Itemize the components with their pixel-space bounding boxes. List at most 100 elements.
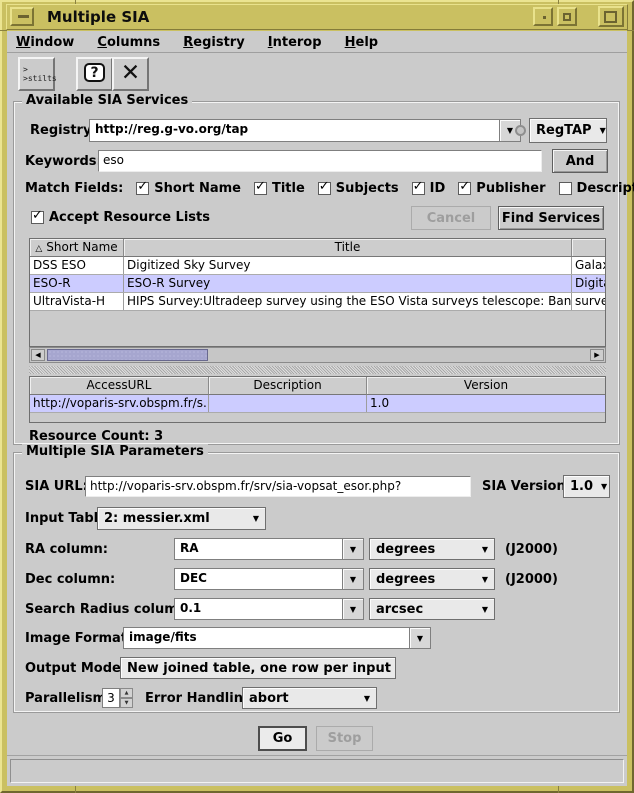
chevron-down-icon: ▼ <box>350 545 356 554</box>
titlebar[interactable]: Multiple SIA <box>6 4 628 30</box>
menu-window[interactable]: Window <box>7 32 83 53</box>
chevron-down-icon: ▼ <box>474 575 488 584</box>
format-dropdown-button[interactable]: ▼ <box>410 627 431 649</box>
checkbox-icon[interactable]: ✓ <box>136 182 149 195</box>
help-button[interactable]: ? <box>76 57 113 91</box>
capabilities-table[interactable]: AccessURL Description Version http://vop… <box>29 376 606 423</box>
restore-icon <box>563 13 571 21</box>
output-mode-label: Output Mode: <box>25 661 126 676</box>
restore-button[interactable] <box>557 7 577 26</box>
spin-down-icon: ▼ <box>125 700 129 706</box>
error-handling-label: Error Handling: <box>145 691 257 706</box>
dec-column-combo[interactable]: DEC ▼ <box>174 568 364 590</box>
chevron-down-icon: ▼ <box>507 126 513 135</box>
registry-type-value: RegTAP <box>536 123 592 138</box>
checkbox-icon[interactable]: ✓ <box>412 182 425 195</box>
window-menu-icon <box>18 15 29 18</box>
spin-up-button[interactable]: ▲ <box>120 688 133 698</box>
sia-url-input[interactable]: http://voparis-srv.obspm.fr/srv/sia-vops… <box>85 476 471 497</box>
spin-down-button[interactable]: ▼ <box>120 698 133 708</box>
menu-help[interactable]: Help <box>336 32 387 53</box>
minimize-button[interactable] <box>533 7 553 26</box>
services-table[interactable]: △Short Name Title DSS ESO Digitized Sky … <box>29 238 606 347</box>
menu-columns[interactable]: Columns <box>88 32 169 53</box>
radius-unit-combo[interactable]: arcsec ▼ <box>369 598 495 620</box>
close-window-button[interactable]: ✕ <box>112 57 149 91</box>
scroll-right-icon: ▶ <box>594 351 599 359</box>
column-header-accessurl[interactable]: AccessURL <box>30 377 209 395</box>
window-menu-button[interactable] <box>10 7 34 26</box>
find-services-button[interactable]: Find Services <box>498 206 604 230</box>
parallelism-value[interactable]: 3 <box>102 688 120 708</box>
search-radius-value[interactable]: 0.1 <box>174 598 343 620</box>
column-header-short-name[interactable]: △Short Name <box>30 239 124 257</box>
ra-unit-combo[interactable]: degrees ▼ <box>369 538 495 560</box>
ra-column-value[interactable]: RA <box>174 538 343 560</box>
image-format-combo[interactable]: image/fits ▼ <box>123 627 431 649</box>
column-header-version[interactable]: Version <box>367 377 605 395</box>
ra-dropdown-button[interactable]: ▼ <box>343 538 364 560</box>
search-radius-combo[interactable]: 0.1 ▼ <box>174 598 364 620</box>
checkbox-icon[interactable]: ✓ <box>318 182 331 195</box>
table-row[interactable]: UltraVista-H HIPS Survey:Ultradeep surve… <box>30 293 605 311</box>
maximize-button[interactable] <box>598 6 624 27</box>
parallelism-spinner[interactable]: 3 ▲ ▼ <box>102 688 133 708</box>
dec-column-value[interactable]: DEC <box>174 568 343 590</box>
cancel-button[interactable]: Cancel <box>411 206 491 230</box>
match-field-description[interactable]: ✓ Description <box>559 181 634 196</box>
spin-up-icon: ▲ <box>125 690 129 696</box>
checkbox-icon[interactable]: ✓ <box>559 182 572 195</box>
error-handling-combo[interactable]: abort ▼ <box>242 687 377 709</box>
menu-registry[interactable]: Registry <box>174 32 253 53</box>
frame-notch <box>0 30 7 31</box>
sort-ascending-icon: △ <box>35 244 42 254</box>
image-format-value[interactable]: image/fits <box>123 627 410 649</box>
output-mode-combo[interactable]: New joined table, one row per input row … <box>120 657 396 679</box>
checkbox-icon[interactable]: ✓ <box>254 182 267 195</box>
match-field-publisher[interactable]: ✓ Publisher <box>458 181 545 196</box>
registry-type-combo[interactable]: RegTAP ▼ <box>529 118 607 143</box>
parallelism-label: Parallelism: <box>25 691 111 706</box>
keywords-input[interactable]: eso <box>98 150 542 172</box>
input-table-combo[interactable]: 2: messier.xml ▼ <box>97 507 266 530</box>
menu-interop[interactable]: Interop <box>259 32 331 53</box>
table-row[interactable]: ESO-R ESO-R Survey Digita <box>30 275 605 293</box>
scroll-left-button[interactable]: ◀ <box>31 349 45 361</box>
accept-resource-lists-checkbox[interactable]: ✓ Accept Resource Lists <box>31 210 210 225</box>
chevron-down-icon: ▼ <box>474 545 488 554</box>
match-fields-label: Match Fields: <box>25 181 123 196</box>
stop-button[interactable]: Stop <box>316 726 373 751</box>
chevron-down-icon: ▼ <box>350 575 356 584</box>
horizontal-scrollbar[interactable]: ◀ ▶ <box>29 347 606 363</box>
params-panel-title: Multiple SIA Parameters <box>22 444 208 459</box>
scrollbar-thumb[interactable] <box>47 349 208 361</box>
radius-dropdown-button[interactable]: ▼ <box>343 598 364 620</box>
checkbox-icon[interactable]: ✓ <box>458 182 471 195</box>
splitpane-divider[interactable] <box>29 366 606 374</box>
checkbox-icon[interactable]: ✓ <box>31 211 44 224</box>
match-field-id[interactable]: ✓ ID <box>412 181 446 196</box>
and-button[interactable]: And <box>552 149 608 173</box>
dec-dropdown-button[interactable]: ▼ <box>343 568 364 590</box>
services-table-header: △Short Name Title <box>30 239 605 257</box>
scroll-right-button[interactable]: ▶ <box>590 349 604 361</box>
dec-unit-combo[interactable]: degrees ▼ <box>369 568 495 590</box>
match-field-subjects[interactable]: ✓ Subjects <box>318 181 399 196</box>
table-row[interactable]: http://voparis-srv.obspm.fr/s... 1.0 <box>30 395 605 413</box>
ra-column-combo[interactable]: RA ▼ <box>174 538 364 560</box>
sia-url-label: SIA URL: <box>25 479 88 494</box>
go-button[interactable]: Go <box>258 726 307 751</box>
column-header-title[interactable]: Title <box>124 239 572 257</box>
registry-combo[interactable]: http://reg.g-vo.org/tap ▼ <box>89 119 521 142</box>
registry-value[interactable]: http://reg.g-vo.org/tap <box>89 119 500 142</box>
match-field-title[interactable]: ✓ Title <box>254 181 305 196</box>
sia-version-combo[interactable]: 1.0 ▼ <box>563 475 610 498</box>
help-icon: ? <box>84 63 105 82</box>
column-header-extra[interactable] <box>572 239 605 257</box>
table-row[interactable]: DSS ESO Digitized Sky Survey Galax <box>30 257 605 275</box>
stilts-button[interactable]: > >stilts <box>18 57 55 91</box>
column-header-description[interactable]: Description <box>209 377 367 395</box>
match-field-short-name[interactable]: ✓ Short Name <box>136 181 241 196</box>
dec-column-label: Dec column: <box>25 572 115 587</box>
ra-epoch-label: (J2000) <box>505 542 558 557</box>
